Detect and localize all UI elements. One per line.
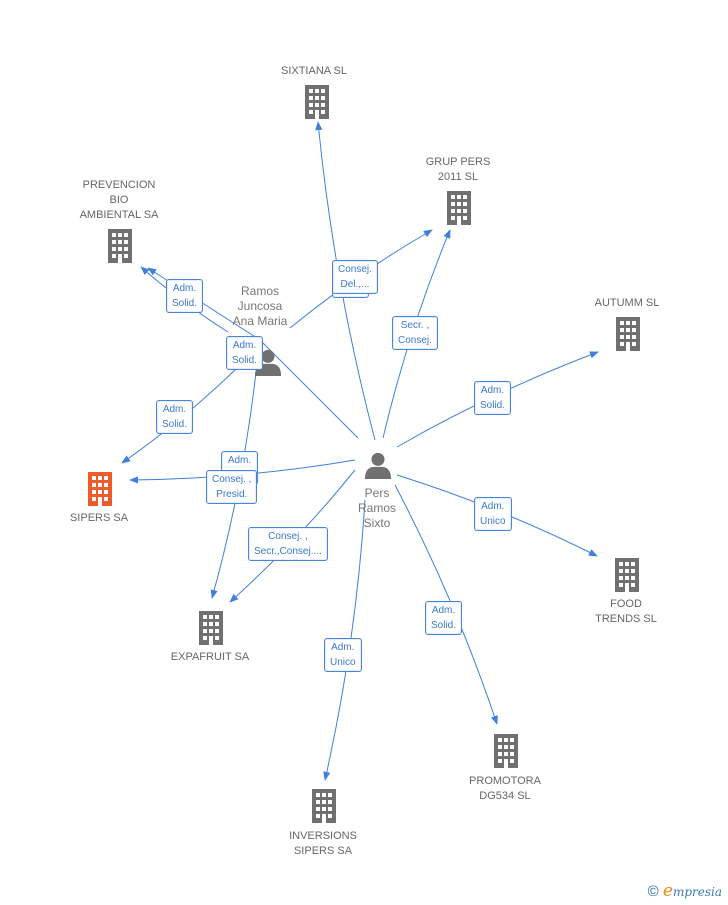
edge-label-pers-food[interactable]: Adm. Unico — [474, 497, 512, 531]
building-icon[interactable] — [305, 85, 329, 119]
building-icon[interactable] — [88, 472, 112, 506]
node-label-food[interactable]: FOOD TRENDS SL — [595, 597, 657, 627]
building-icon[interactable] — [108, 229, 132, 263]
building-icon[interactable] — [494, 734, 518, 768]
brand-name: mpresia — [672, 885, 722, 899]
node-label-sixtiana[interactable]: SIXTIANA SL — [281, 64, 347, 79]
node-label-ramos[interactable]: Ramos Juncosa Ana Maria — [233, 284, 288, 329]
brand-initial: e — [662, 881, 673, 901]
edge-label-pers-expafruit[interactable]: Consej. , Secr.,Consej.... — [248, 527, 328, 561]
edge-label-ramos-expafruit[interactable]: Consej. , Presid. — [206, 470, 258, 504]
node-label-grup[interactable]: GRUP PERS 2011 SL — [426, 155, 491, 185]
edge-label-pers-autumm[interactable]: Adm. Solid. — [474, 381, 512, 415]
building-icon[interactable] — [199, 611, 223, 645]
building-icon[interactable] — [312, 789, 336, 823]
empresia-logo: © empresia — [648, 881, 722, 901]
building-icon[interactable] — [615, 558, 639, 592]
node-label-promotora[interactable]: PROMOTORA DG534 SL — [469, 774, 541, 804]
node-label-expafruit[interactable]: EXPAFRUIT SA — [171, 650, 249, 665]
node-label-pers[interactable]: Pers Ramos Sixto — [358, 486, 396, 531]
node-label-prevencion[interactable]: PREVENCION BIO AMBIENTAL SA — [80, 178, 159, 223]
person-icon[interactable] — [364, 452, 392, 479]
node-label-autumm[interactable]: AUTUMM SL — [595, 296, 660, 311]
edge-label-pers-grup[interactable]: Secr. , Consej. — [392, 316, 438, 350]
network-graph — [88, 85, 640, 823]
building-icon[interactable] — [447, 191, 471, 225]
edge-label-ramos-sipers[interactable]: Adm. Solid. — [156, 400, 194, 434]
node-label-inversions[interactable]: INVERSIONS SIPERS SA — [289, 829, 357, 859]
node-label-sipers[interactable]: SIPERS SA — [70, 511, 128, 526]
edge-label-pers-prevencion[interactable]: Adm. Solid. — [226, 336, 264, 370]
edge-label-pers-inversions[interactable]: Adm. Unico — [324, 638, 362, 672]
edge-label-pers-promotora[interactable]: Adm. Solid. — [425, 601, 463, 635]
edge-label-ramos-prevencion[interactable]: Adm. Solid. — [166, 279, 204, 313]
copyright-symbol: © — [647, 883, 659, 900]
building-icon[interactable] — [616, 317, 640, 351]
edge-label-ramos-grup[interactable]: Consej. Del.,... — [332, 260, 378, 294]
